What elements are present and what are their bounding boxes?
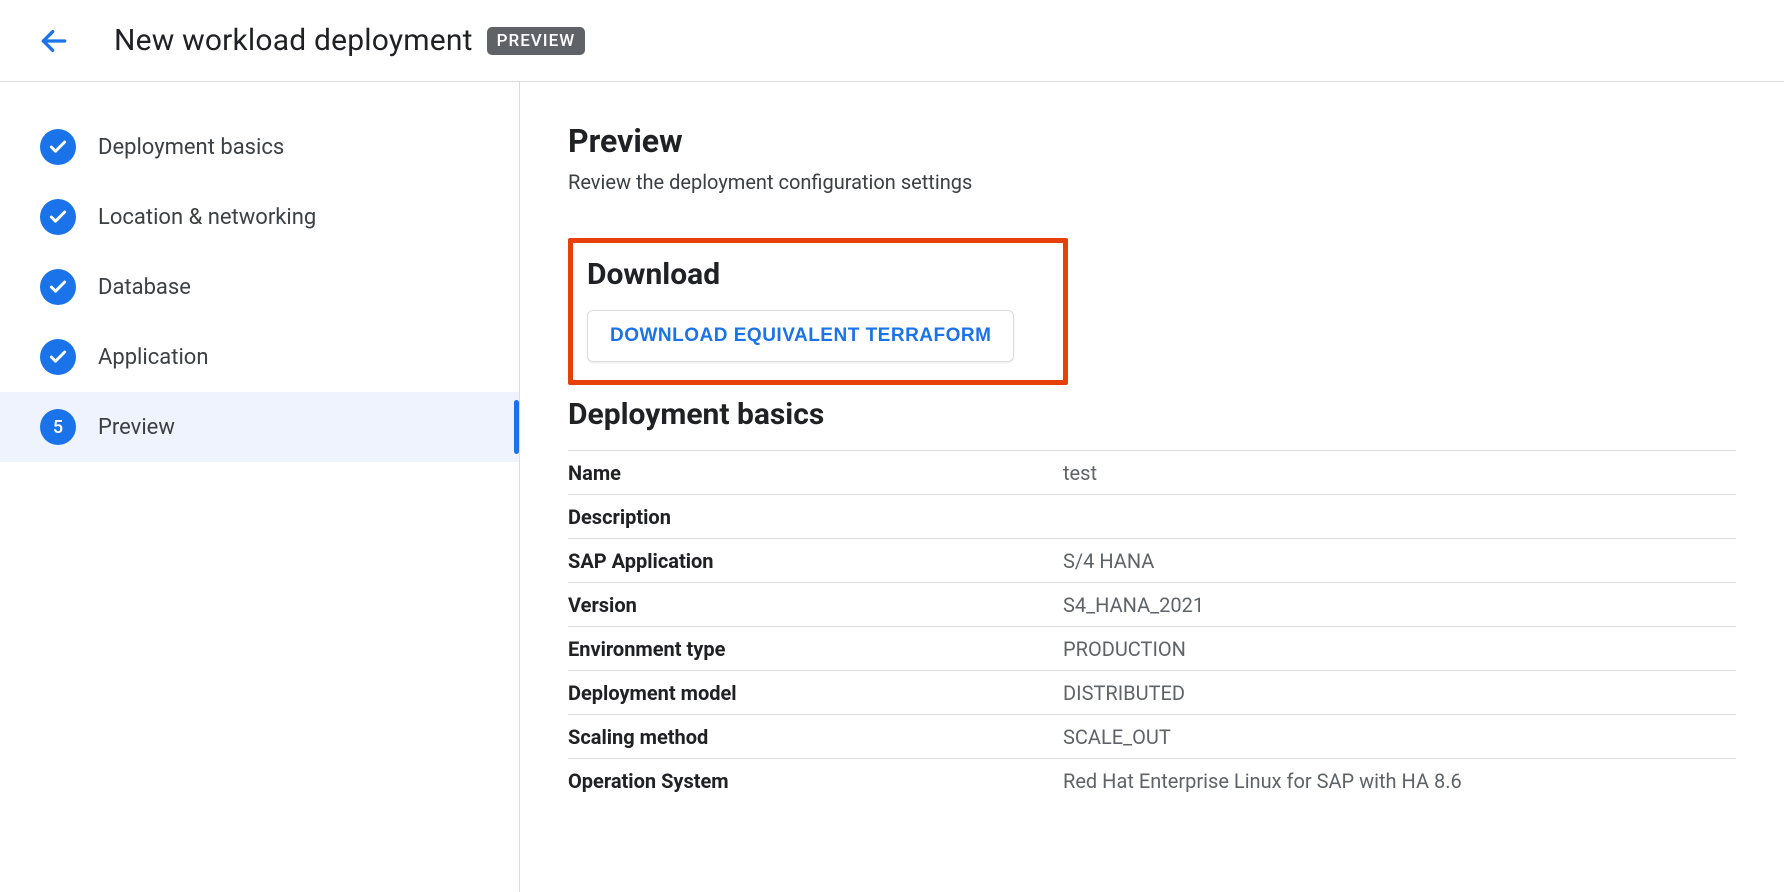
table-row: SAP ApplicationS/4 HANA <box>568 539 1736 583</box>
step-label: Location & networking <box>98 205 316 230</box>
row-key: Version <box>568 583 1063 627</box>
step-deployment-basics[interactable]: Deployment basics <box>0 112 519 182</box>
step-database[interactable]: Database <box>0 252 519 322</box>
back-button[interactable] <box>30 17 78 65</box>
preview-badge: PREVIEW <box>487 27 586 55</box>
check-icon <box>40 339 76 375</box>
row-key: Scaling method <box>568 715 1063 759</box>
step-label: Application <box>98 345 208 370</box>
row-value: DISTRIBUTED <box>1063 671 1736 715</box>
page-title: New workload deployment <box>114 23 473 58</box>
row-value: SCALE_OUT <box>1063 715 1736 759</box>
preview-subtitle: Review the deployment configuration sett… <box>568 170 1736 194</box>
download-title: Download <box>587 257 1049 292</box>
step-preview[interactable]: 5 Preview <box>0 392 519 462</box>
row-value: S/4 HANA <box>1063 539 1736 583</box>
preview-title: Preview <box>568 122 1736 160</box>
row-value: PRODUCTION <box>1063 627 1736 671</box>
stepper-sidebar: Deployment basics Location & networking … <box>0 82 520 892</box>
check-icon <box>40 199 76 235</box>
row-value <box>1063 495 1736 539</box>
step-number-icon: 5 <box>40 409 76 445</box>
download-terraform-button[interactable]: DOWNLOAD EQUIVALENT TERRAFORM <box>587 310 1014 362</box>
row-key: SAP Application <box>568 539 1063 583</box>
step-label: Preview <box>98 415 175 440</box>
step-location-networking[interactable]: Location & networking <box>0 182 519 252</box>
check-icon <box>40 129 76 165</box>
table-row: Operation SystemRed Hat Enterprise Linux… <box>568 759 1736 803</box>
download-highlight-box: Download DOWNLOAD EQUIVALENT TERRAFORM <box>568 238 1068 385</box>
row-value: Red Hat Enterprise Linux for SAP with HA… <box>1063 759 1736 803</box>
deployment-basics-table: NametestDescriptionSAP ApplicationS/4 HA… <box>568 450 1736 803</box>
table-row: Nametest <box>568 451 1736 495</box>
table-row: Deployment modelDISTRIBUTED <box>568 671 1736 715</box>
row-key: Description <box>568 495 1063 539</box>
table-row: Environment typePRODUCTION <box>568 627 1736 671</box>
row-key: Operation System <box>568 759 1063 803</box>
table-row: Scaling methodSCALE_OUT <box>568 715 1736 759</box>
main-content: Preview Review the deployment configurat… <box>520 82 1784 892</box>
row-key: Deployment model <box>568 671 1063 715</box>
page-header: New workload deployment PREVIEW <box>0 0 1784 82</box>
step-application[interactable]: Application <box>0 322 519 392</box>
deployment-basics-title: Deployment basics <box>568 397 1736 432</box>
row-key: Name <box>568 451 1063 495</box>
step-label: Deployment basics <box>98 135 284 160</box>
table-row: VersionS4_HANA_2021 <box>568 583 1736 627</box>
row-value: test <box>1063 451 1736 495</box>
check-icon <box>40 269 76 305</box>
arrow-left-icon <box>38 25 70 57</box>
row-value: S4_HANA_2021 <box>1063 583 1736 627</box>
table-row: Description <box>568 495 1736 539</box>
row-key: Environment type <box>568 627 1063 671</box>
step-label: Database <box>98 275 191 300</box>
